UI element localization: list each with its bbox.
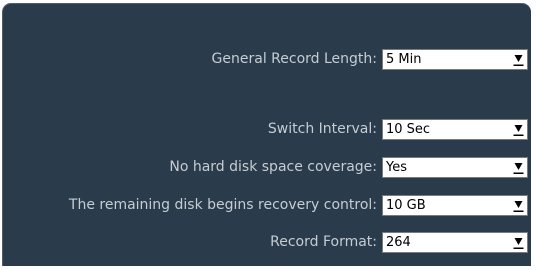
switch-interval-row: Switch Interval: 10 Sec <box>3 118 528 140</box>
record-format-label: Record Format: <box>270 234 377 250</box>
no-hard-disk-space-coverage-value: Yes <box>386 160 407 175</box>
switch-interval-select[interactable]: 10 Sec <box>382 119 528 140</box>
remaining-disk-recovery-control-value: 10 GB <box>386 198 426 213</box>
no-hard-disk-space-coverage-row: No hard disk space coverage: Yes <box>3 156 528 178</box>
remaining-disk-recovery-control-label: The remaining disk begins recovery contr… <box>68 197 377 213</box>
chevron-down-icon[interactable] <box>513 122 524 137</box>
remaining-disk-recovery-control-select[interactable]: 10 GB <box>382 195 528 216</box>
general-record-length-select[interactable]: 5 Min <box>382 49 528 70</box>
no-hard-disk-space-coverage-select[interactable]: Yes <box>382 157 528 178</box>
switch-interval-value: 10 Sec <box>386 122 431 137</box>
switch-interval-label: Switch Interval: <box>267 121 377 137</box>
no-hard-disk-space-coverage-label: No hard disk space coverage: <box>169 159 377 175</box>
record-format-row: Record Format: 264 <box>3 231 528 253</box>
chevron-down-icon[interactable] <box>513 198 524 213</box>
general-record-length-row: General Record Length: 5 Min <box>3 48 528 70</box>
record-format-select[interactable]: 264 <box>382 232 528 253</box>
general-record-length-value: 5 Min <box>386 52 422 67</box>
record-settings-panel: General Record Length: 5 Min Switch Inte… <box>2 3 531 266</box>
chevron-down-icon[interactable] <box>513 52 524 67</box>
chevron-down-icon[interactable] <box>513 160 524 175</box>
record-format-value: 264 <box>386 235 411 250</box>
chevron-down-icon[interactable] <box>513 235 524 250</box>
remaining-disk-recovery-control-row: The remaining disk begins recovery contr… <box>3 194 528 216</box>
general-record-length-label: General Record Length: <box>211 51 377 67</box>
